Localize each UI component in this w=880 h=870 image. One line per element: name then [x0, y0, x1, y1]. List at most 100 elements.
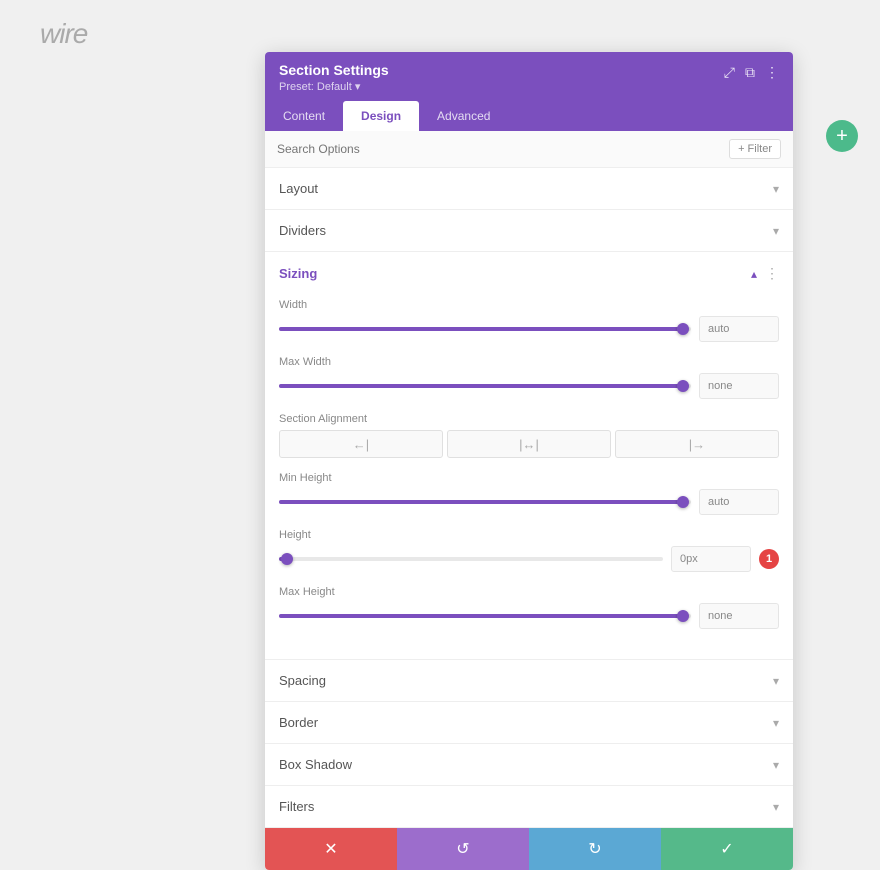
sizing-header-icons: ▴ ⋮: [751, 265, 779, 282]
max-height-label: Max Height: [279, 586, 779, 598]
spacing-section: Spacing ▾: [265, 660, 793, 702]
max-width-label: Max Width: [279, 356, 779, 368]
border-chevron: ▾: [773, 716, 779, 730]
add-fab-button[interactable]: +: [826, 120, 858, 152]
spacing-chevron: ▾: [773, 674, 779, 688]
expand-icon[interactable]: ⤢: [724, 64, 735, 81]
align-left-button[interactable]: ←|: [279, 430, 443, 458]
sizing-title: Sizing: [279, 266, 317, 281]
width-value[interactable]: auto: [699, 316, 779, 342]
action-bar: ✕ ↺ ↻ ✓: [265, 828, 793, 870]
height-error-badge: 1: [759, 549, 779, 569]
undo-button[interactable]: ↺: [397, 828, 529, 870]
max-width-thumb[interactable]: [677, 380, 689, 392]
max-height-field: Max Height none: [279, 586, 779, 629]
min-height-track: [279, 500, 691, 504]
height-value[interactable]: 0px: [671, 546, 751, 572]
tabs-bar: Content Design Advanced: [265, 101, 793, 131]
border-title: Border: [279, 715, 318, 730]
height-slider-row: 0px 1: [279, 546, 779, 572]
tab-advanced[interactable]: Advanced: [419, 101, 508, 131]
height-label: Height: [279, 529, 779, 541]
max-width-track: [279, 384, 691, 388]
dividers-section: Dividers ▾: [265, 210, 793, 252]
width-field: Width auto: [279, 299, 779, 342]
max-height-slider[interactable]: [279, 614, 691, 618]
width-label: Width: [279, 299, 779, 311]
border-section: Border ▾: [265, 702, 793, 744]
width-track: [279, 327, 691, 331]
min-height-slider[interactable]: [279, 500, 691, 504]
section-alignment-field: Section Alignment ←| |↔| |→: [279, 413, 779, 458]
max-height-track: [279, 614, 691, 618]
align-right-icon: |→: [689, 437, 705, 452]
cancel-button[interactable]: ✕: [265, 828, 397, 870]
section-settings-panel: Section Settings Preset: Default ▾ ⤢ ⧉ ⋮…: [265, 52, 793, 870]
filters-header[interactable]: Filters ▾: [265, 786, 793, 827]
search-bar: + Filter: [265, 131, 793, 168]
align-center-button[interactable]: |↔|: [447, 430, 611, 458]
align-center-icon: |↔|: [519, 437, 539, 452]
max-height-value[interactable]: none: [699, 603, 779, 629]
spacing-title: Spacing: [279, 673, 326, 688]
panel-header-left: Section Settings Preset: Default ▾: [279, 62, 389, 93]
tab-content[interactable]: Content: [265, 101, 343, 131]
min-height-field: Min Height auto: [279, 472, 779, 515]
border-header[interactable]: Border ▾: [265, 702, 793, 743]
max-height-fill: [279, 614, 683, 618]
filters-title: Filters: [279, 799, 314, 814]
height-thumb[interactable]: [281, 553, 293, 565]
box-shadow-chevron: ▾: [773, 758, 779, 772]
save-button[interactable]: ✓: [661, 828, 793, 870]
height-slider[interactable]: [279, 557, 663, 561]
dividers-title: Dividers: [279, 223, 326, 238]
max-height-thumb[interactable]: [677, 610, 689, 622]
panel-title: Section Settings: [279, 62, 389, 78]
box-shadow-title: Box Shadow: [279, 757, 352, 772]
more-icon[interactable]: ⋮: [765, 64, 779, 81]
min-height-fill: [279, 500, 683, 504]
dividers-chevron: ▾: [773, 224, 779, 238]
alignment-row: ←| |↔| |→: [279, 430, 779, 458]
width-slider-row: auto: [279, 316, 779, 342]
layout-header[interactable]: Layout ▾: [265, 168, 793, 209]
height-track: [279, 557, 663, 561]
dividers-header[interactable]: Dividers ▾: [265, 210, 793, 251]
max-width-field: Max Width none: [279, 356, 779, 399]
align-right-button[interactable]: |→: [615, 430, 779, 458]
sizing-content: Width auto Max Width: [265, 295, 793, 659]
filter-label: + Filter: [738, 143, 772, 155]
sizing-section: Sizing ▴ ⋮ Width: [265, 252, 793, 660]
max-width-slider-row: none: [279, 373, 779, 399]
max-width-fill: [279, 384, 683, 388]
filters-chevron: ▾: [773, 800, 779, 814]
width-slider[interactable]: [279, 327, 691, 331]
panel-header: Section Settings Preset: Default ▾ ⤢ ⧉ ⋮: [265, 52, 793, 101]
redo-button[interactable]: ↻: [529, 828, 661, 870]
width-thumb[interactable]: [677, 323, 689, 335]
max-height-slider-row: none: [279, 603, 779, 629]
width-fill: [279, 327, 683, 331]
min-height-slider-row: auto: [279, 489, 779, 515]
filters-section: Filters ▾: [265, 786, 793, 828]
logo: wire: [40, 18, 87, 50]
align-left-icon: ←|: [353, 437, 369, 452]
panel-preset[interactable]: Preset: Default ▾: [279, 80, 389, 93]
sizing-more-icon[interactable]: ⋮: [765, 265, 779, 282]
layout-title: Layout: [279, 181, 318, 196]
box-shadow-header[interactable]: Box Shadow ▾: [265, 744, 793, 785]
panel-header-icons: ⤢ ⧉ ⋮: [724, 64, 779, 81]
filter-button[interactable]: + Filter: [729, 139, 781, 159]
max-width-slider[interactable]: [279, 384, 691, 388]
layout-section: Layout ▾: [265, 168, 793, 210]
section-alignment-label: Section Alignment: [279, 413, 779, 425]
spacing-header[interactable]: Spacing ▾: [265, 660, 793, 701]
search-input[interactable]: [277, 142, 729, 156]
sizing-header[interactable]: Sizing ▴ ⋮: [265, 252, 793, 295]
min-height-thumb[interactable]: [677, 496, 689, 508]
split-icon[interactable]: ⧉: [745, 64, 755, 81]
min-height-value[interactable]: auto: [699, 489, 779, 515]
height-field: Height 0px 1: [279, 529, 779, 572]
max-width-value[interactable]: none: [699, 373, 779, 399]
tab-design[interactable]: Design: [343, 101, 419, 131]
